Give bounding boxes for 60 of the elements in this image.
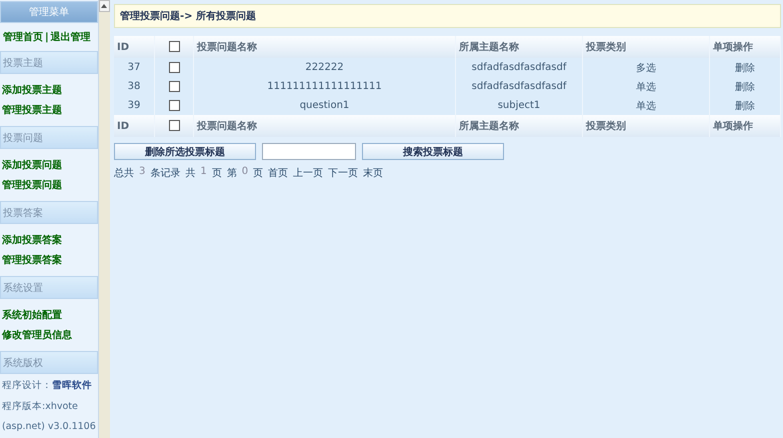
pagination-link[interactable]: 上一页: [293, 166, 324, 180]
table-cell: 222222: [194, 58, 456, 77]
menu-link[interactable]: 管理投票主题: [2, 103, 96, 117]
menu-link[interactable]: 管理投票答案: [2, 253, 96, 267]
column-header: 投票问题名称: [194, 36, 456, 58]
column-header: 投票类别: [582, 36, 710, 58]
select-all-checkbox[interactable]: [168, 120, 180, 132]
breadcrumb: 管理投票问题-> 所有投票问题: [114, 4, 781, 28]
column-header: 所属主题名称: [456, 115, 582, 137]
scroll-up-icon[interactable]: [98, 0, 110, 12]
admin-home-link[interactable]: 管理首页: [3, 30, 43, 44]
table-cell: 多选: [582, 58, 710, 77]
menu-link[interactable]: 系统初始配置: [2, 308, 96, 322]
delete-link[interactable]: 删除: [735, 82, 755, 92]
menu-link[interactable]: 管理投票问题: [2, 178, 96, 192]
pagination-link[interactable]: 首页: [268, 166, 288, 180]
menu-link[interactable]: 添加投票答案: [2, 233, 96, 247]
column-header: 投票类别: [582, 115, 710, 137]
pagination-link[interactable]: 末页: [363, 166, 384, 180]
column-header: 投票问题名称: [194, 115, 456, 137]
column-header: ID: [114, 115, 154, 137]
column-header: 单项操作: [710, 36, 780, 58]
select-all-checkbox[interactable]: [168, 41, 180, 52]
row-checkbox[interactable]: [168, 80, 180, 92]
pagination-text: 页: [253, 167, 264, 180]
pagination-text: 第: [226, 167, 237, 180]
pagination-link[interactable]: 下一页: [328, 166, 358, 180]
menu-link[interactable]: 修改管理员信息: [2, 328, 96, 342]
pagination-count: 0: [242, 166, 248, 179]
scrollbar[interactable]: [98, 0, 110, 438]
table-cell: 111111111111111111: [194, 77, 456, 96]
pagination-text: 页: [212, 167, 222, 180]
delete-link[interactable]: 删除: [735, 62, 755, 74]
table-cell: 38: [114, 77, 154, 96]
link-separator: |: [45, 32, 49, 42]
delete-link[interactable]: 删除: [735, 100, 755, 112]
logout-link[interactable]: 退出管理: [50, 30, 91, 44]
menu-link[interactable]: 添加投票主题: [2, 83, 96, 97]
pagination-text: 共: [185, 166, 196, 180]
table-cell: sdfadfasdfasdfasdf: [456, 58, 582, 77]
pagination-text: 条记录: [150, 167, 180, 180]
credit-text: 程序设计：雪晖软件: [2, 379, 93, 392]
table-cell: sdfadfasdfasdfasdf: [456, 77, 582, 96]
row-checkbox[interactable]: [168, 100, 180, 111]
pagination-count: 1: [200, 166, 207, 179]
table-cell: 37: [114, 58, 154, 77]
credit-text: 程序版本:xhvote: [2, 400, 79, 413]
delete-selected-button[interactable]: 删除所选投票标题: [114, 143, 256, 160]
column-header: ID: [114, 36, 154, 58]
column-header: 单项操作: [710, 115, 780, 137]
search-field[interactable]: [262, 143, 356, 160]
row-checkbox[interactable]: [168, 62, 180, 73]
sidebar-title: 管理菜单: [0, 1, 98, 23]
pagination-text: 总共: [114, 166, 134, 180]
credit-text: (asp.net) v3.0.1106: [2, 421, 96, 432]
menu-link[interactable]: 添加投票问题: [2, 158, 96, 172]
pagination-count: 3: [139, 166, 146, 179]
search-button[interactable]: 搜索投票标题: [362, 143, 504, 160]
table-cell: 单选: [582, 77, 710, 96]
column-header: 所属主题名称: [456, 36, 582, 58]
